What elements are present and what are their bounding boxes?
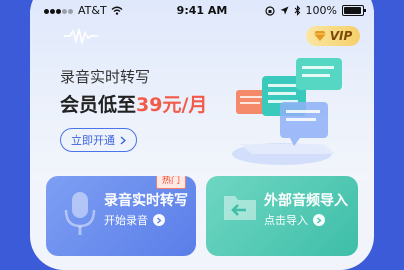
price-prefix: 会员低至 — [60, 94, 137, 116]
import-card-subtitle-label: 点击导入 — [264, 214, 308, 227]
hero-price: 会员低至39元/月 — [60, 90, 207, 117]
price-value: 39元/月 — [136, 94, 208, 116]
open-button-label: 立即开通 — [71, 134, 115, 147]
record-card-title: 录音实时转写 — [104, 193, 188, 209]
import-audio-card[interactable]: 外部音频导入 点击导入 — [206, 176, 358, 256]
record-transcribe-card[interactable]: 热门 录音实时转写 开始录音 — [46, 176, 196, 256]
status-bar: AT&T 9:41 AM 100% — [30, 0, 374, 22]
microphone-icon — [64, 192, 96, 235]
battery-icon — [342, 5, 366, 16]
bluetooth-icon — [294, 5, 300, 16]
record-card-subtitle-label: 开始录音 — [104, 214, 148, 227]
folder-import-icon — [224, 196, 256, 220]
diamond-icon — [313, 31, 326, 41]
battery-percent: 100% — [305, 4, 337, 17]
location-icon — [280, 6, 289, 15]
hot-badge: 热门 — [155, 176, 186, 189]
chevron-right-icon — [120, 135, 126, 145]
chat-bubbles-illustration — [232, 58, 342, 165]
import-card-title: 外部音频导入 — [264, 193, 348, 209]
vip-badge[interactable]: VIP — [306, 26, 360, 46]
vip-label: VIP — [329, 29, 353, 43]
record-card-subtitle[interactable]: 开始录音 — [104, 212, 165, 228]
chevron-right-icon — [153, 214, 165, 226]
import-card-subtitle[interactable]: 点击导入 — [264, 212, 325, 228]
waveform-logo-icon — [64, 28, 98, 44]
chevron-right-icon — [313, 214, 325, 226]
rotation-lock-icon — [264, 5, 275, 16]
status-right: 100% — [264, 4, 366, 17]
phone-screen: AT&T 9:41 AM 100% VIP 录音实时转写 会员低至39元/月 立… — [30, 0, 374, 270]
open-membership-button[interactable]: 立即开通 — [60, 128, 137, 152]
hero-title: 录音实时转写 — [60, 68, 151, 86]
